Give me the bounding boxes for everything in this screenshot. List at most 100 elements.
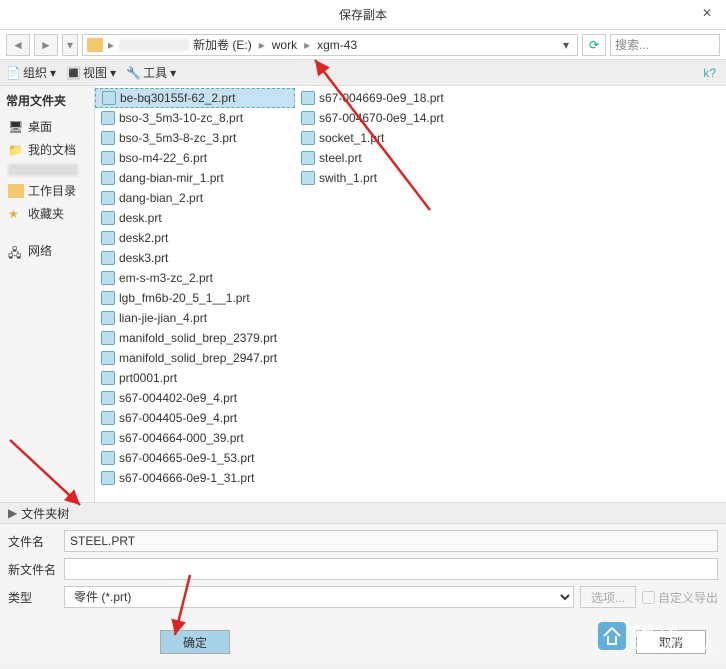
file-name: lian-jie-jian_4.prt (119, 311, 207, 325)
folder-tree-toggle[interactable]: ▶ 文件夹树 (0, 502, 726, 524)
file-item[interactable]: s67-004402-0e9_4.prt (95, 388, 295, 408)
sidebar-item-favorites[interactable]: ★ 收藏夹 (2, 202, 92, 225)
file-name: dang-bian_2.prt (119, 191, 203, 205)
file-name: bso-3_5m3-8-zc_3.prt (119, 131, 236, 145)
file-item[interactable]: lian-jie-jian_4.prt (95, 308, 295, 328)
file-item[interactable]: s67-004666-0e9-1_31.prt (95, 468, 295, 488)
file-name: s67-004666-0e9-1_31.prt (119, 471, 254, 485)
file-name: dang-bian-mir_1.prt (119, 171, 224, 185)
blurred-segment (119, 39, 189, 51)
file-icon (101, 251, 115, 265)
sidebar-item-network[interactable]: 🖧 网络 (2, 239, 92, 262)
file-item[interactable]: bso-m4-22_6.prt (95, 148, 295, 168)
file-item[interactable]: steel.prt (295, 148, 495, 168)
file-item[interactable]: swith_1.prt (295, 168, 495, 188)
refresh-button[interactable]: ⟳ (582, 34, 606, 56)
file-name: swith_1.prt (319, 171, 377, 185)
search-placeholder: 搜索... (615, 36, 649, 53)
file-item[interactable]: dang-bian_2.prt (95, 188, 295, 208)
breadcrumb[interactable]: ▸ 新加卷 (E:) ▸ work ▸ xgm-43 ▾ (82, 34, 578, 56)
file-name: prt0001.prt (119, 371, 177, 385)
file-name: lgb_fm6b-20_5_1__1.prt (119, 291, 250, 305)
filename-row: 文件名 STEEL.PRT (8, 530, 718, 552)
file-name: s67-004402-0e9_4.prt (119, 391, 237, 405)
file-name: s67-004405-0e9_4.prt (119, 411, 237, 425)
file-item[interactable]: lgb_fm6b-20_5_1__1.prt (95, 288, 295, 308)
file-item[interactable]: s67-004669-0e9_18.prt (295, 88, 495, 108)
nav-forward-button[interactable]: ► (34, 34, 58, 56)
file-name: manifold_solid_brep_2379.prt (119, 331, 277, 345)
ok-button[interactable]: 确定 (160, 630, 230, 654)
file-item[interactable]: em-s-m3-zc_2.prt (95, 268, 295, 288)
file-icon (101, 411, 115, 425)
file-item[interactable]: dang-bian-mir_1.prt (95, 168, 295, 188)
file-icon (102, 91, 116, 105)
file-name: manifold_solid_brep_2947.prt (119, 351, 277, 365)
file-icon (101, 331, 115, 345)
newname-input[interactable] (64, 558, 718, 580)
file-item[interactable]: socket_1.prt (295, 128, 495, 148)
file-item[interactable]: bso-3_5m3-10-zc_8.prt (95, 108, 295, 128)
file-icon (301, 151, 315, 165)
file-item[interactable]: manifold_solid_brep_2379.prt (95, 328, 295, 348)
expand-right-icon: ▶ (8, 506, 17, 520)
file-name: be-bq30155f-62_2.prt (120, 91, 235, 105)
nav-back-button[interactable]: ◄ (6, 34, 30, 56)
svg-text:系统之家: 系统之家 (630, 624, 679, 639)
nav-history-dropdown[interactable]: ▾ (62, 34, 78, 56)
star-icon: ★ (8, 207, 24, 221)
tools-menu[interactable]: 🔧 工具 ▾ (126, 64, 176, 81)
file-icon (301, 131, 315, 145)
file-item[interactable]: desk2.prt (95, 228, 295, 248)
file-icon (101, 471, 115, 485)
file-name: steel.prt (319, 151, 362, 165)
file-icon (101, 391, 115, 405)
breadcrumb-seg-1[interactable]: xgm-43 (315, 38, 359, 52)
file-icon (101, 151, 115, 165)
sidebar-header: 常用文件夹 (2, 90, 92, 115)
views-menu[interactable]: 🔳 视图 ▾ (66, 64, 116, 81)
organize-menu[interactable]: 📄 组织 ▾ (6, 64, 56, 81)
form-area: 文件名 STEEL.PRT 新文件名 类型 零件 (*.prt) 选项... 自… (0, 524, 726, 620)
breadcrumb-drive[interactable]: 新加卷 (E:) (191, 36, 254, 53)
file-column-1: be-bq30155f-62_2.prt bso-3_5m3-10-zc_8.pr… (95, 88, 295, 500)
type-label: 类型 (8, 589, 58, 606)
file-item[interactable]: bso-3_5m3-8-zc_3.prt (95, 128, 295, 148)
file-item[interactable]: s67-004405-0e9_4.prt (95, 408, 295, 428)
file-item[interactable]: s67-004665-0e9-1_53.prt (95, 448, 295, 468)
file-item[interactable]: prt0001.prt (95, 368, 295, 388)
file-item[interactable]: desk3.prt (95, 248, 295, 268)
sidebar-item-documents[interactable]: 📁 我的文档 (2, 138, 92, 161)
chevron-down-icon: ▾ (170, 66, 176, 80)
custom-export-checkbox: 自定义导出 (642, 589, 718, 606)
close-icon[interactable]: ✕ (702, 6, 718, 22)
file-name: socket_1.prt (319, 131, 384, 145)
sidebar-item-desktop[interactable]: 🖥 桌面 (2, 115, 92, 138)
file-icon (101, 131, 115, 145)
breadcrumb-dropdown-icon[interactable]: ▾ (563, 38, 573, 52)
file-item[interactable]: desk.prt (95, 208, 295, 228)
sidebar-item-workdir[interactable]: 工作目录 (2, 179, 92, 202)
type-select[interactable]: 零件 (*.prt) (64, 586, 574, 608)
file-name: em-s-m3-zc_2.prt (119, 271, 213, 285)
views-icon: 🔳 (66, 66, 80, 80)
file-item[interactable]: be-bq30155f-62_2.prt (95, 88, 295, 108)
file-column-2: s67-004669-0e9_18.prts67-004670-0e9_14.p… (295, 88, 495, 500)
chevron-right-icon: ▸ (105, 38, 117, 52)
help-icon[interactable]: k? (703, 66, 716, 80)
file-icon (301, 91, 315, 105)
file-icon (101, 231, 115, 245)
newname-row: 新文件名 (8, 558, 718, 580)
file-icon (101, 351, 115, 365)
breadcrumb-seg-0[interactable]: work (270, 38, 299, 52)
search-input[interactable]: 搜索... (610, 34, 720, 56)
file-name: s67-004664-000_39.prt (119, 431, 244, 445)
sidebar-item-blur[interactable] (2, 161, 92, 179)
file-name: bso-m4-22_6.prt (119, 151, 207, 165)
file-icon (301, 111, 315, 125)
organize-icon: 📄 (6, 66, 20, 80)
file-item[interactable]: manifold_solid_brep_2947.prt (95, 348, 295, 368)
file-item[interactable]: s67-004664-000_39.prt (95, 428, 295, 448)
file-item[interactable]: s67-004670-0e9_14.prt (295, 108, 495, 128)
folder-icon (8, 184, 24, 198)
